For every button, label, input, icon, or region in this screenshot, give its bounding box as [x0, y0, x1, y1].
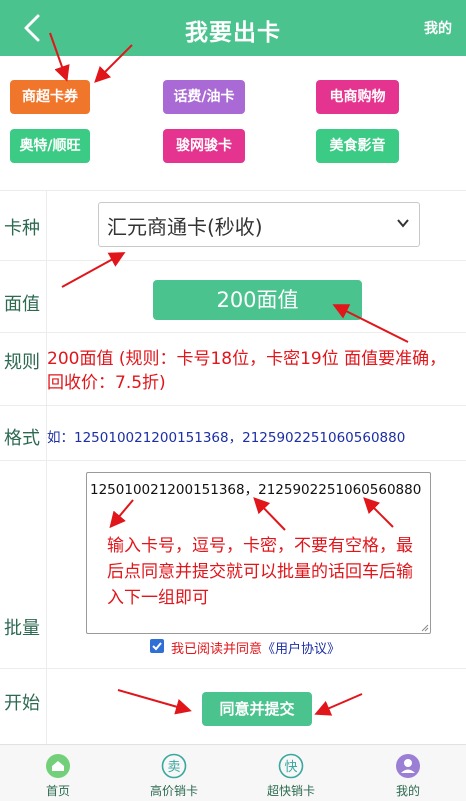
page-title: 我要出卡: [185, 20, 281, 46]
card-type-label: 卡种: [4, 218, 40, 239]
batch-label: 批量: [4, 618, 40, 639]
home-icon: [46, 754, 70, 778]
fast-icon: 快: [278, 753, 304, 779]
rule-text: 200面值 (规则：卡号18位，卡密19位 面值要准确，回收价：7.5折): [47, 349, 447, 393]
tab-high-price-label: 高价销卡: [149, 784, 198, 798]
profile-icon: [396, 754, 420, 778]
category-supermarket[interactable]: 商超卡券: [10, 80, 90, 114]
bottom-tab-bar: 首页 卖 高价销卡 快 超快销卡 我的: [0, 744, 466, 801]
face-value-button[interactable]: 200面值: [153, 280, 362, 320]
format-example: 如：125010021200151368，2125902251060560880: [47, 430, 406, 446]
rule-label: 规则: [4, 352, 40, 373]
user-agreement-link[interactable]: 《用户协议》: [262, 642, 340, 657]
category-grid: 商超卡券 话费/油卡 电商购物 奥特/顺旺 骏网骏卡 美食影音: [0, 56, 466, 190]
category-ecommerce[interactable]: 电商购物: [316, 80, 399, 114]
tab-fast-sell-label: 超快销卡: [266, 784, 315, 798]
svg-text:卖: 卖: [167, 760, 180, 775]
batch-instruction: 输入卡号，逗号，卡密，不要有空格，最后点同意并提交就可以批量的话回车后输入下一组…: [107, 536, 413, 608]
resize-handle-icon[interactable]: [421, 624, 429, 632]
category-food-media[interactable]: 美食影音: [316, 129, 399, 163]
svg-text:快: 快: [284, 760, 297, 775]
face-value-label: 面值: [4, 294, 40, 315]
batch-input[interactable]: 125010021200151368，2125902251060560880 输…: [86, 472, 431, 634]
tab-fast-sell[interactable]: 快 超快销卡: [233, 745, 349, 801]
header-bar: 我要出卡 我的: [0, 0, 466, 56]
batch-input-value: 125010021200151368，2125902251060560880: [90, 482, 422, 498]
submit-button[interactable]: 同意并提交: [202, 692, 312, 726]
card-type-value: 汇元商通卡(秒收): [107, 215, 263, 239]
sell-icon: 卖: [161, 753, 187, 779]
my-link[interactable]: 我的: [424, 18, 452, 38]
tab-home-label: 首页: [45, 784, 70, 798]
agree-text: 我已阅读并同意《用户协议》: [171, 638, 340, 657]
card-type-select[interactable]: 汇元商通卡(秒收): [98, 202, 420, 247]
tab-profile[interactable]: 我的: [350, 745, 466, 801]
category-aote-shunwang[interactable]: 奥特/顺旺: [10, 129, 90, 163]
check-icon: [152, 642, 162, 651]
format-label: 格式: [4, 428, 40, 449]
agree-label: 我已阅读并同意: [171, 642, 263, 657]
category-junwang[interactable]: 骏网骏卡: [163, 129, 245, 163]
category-phone-fuel[interactable]: 话费/油卡: [163, 80, 245, 114]
chevron-down-icon: [397, 219, 409, 228]
start-label: 开始: [4, 693, 40, 714]
agree-checkbox[interactable]: [150, 639, 164, 653]
tab-profile-label: 我的: [395, 784, 420, 798]
tab-home[interactable]: 首页: [0, 745, 116, 801]
tab-high-price[interactable]: 卖 高价销卡: [116, 745, 232, 801]
